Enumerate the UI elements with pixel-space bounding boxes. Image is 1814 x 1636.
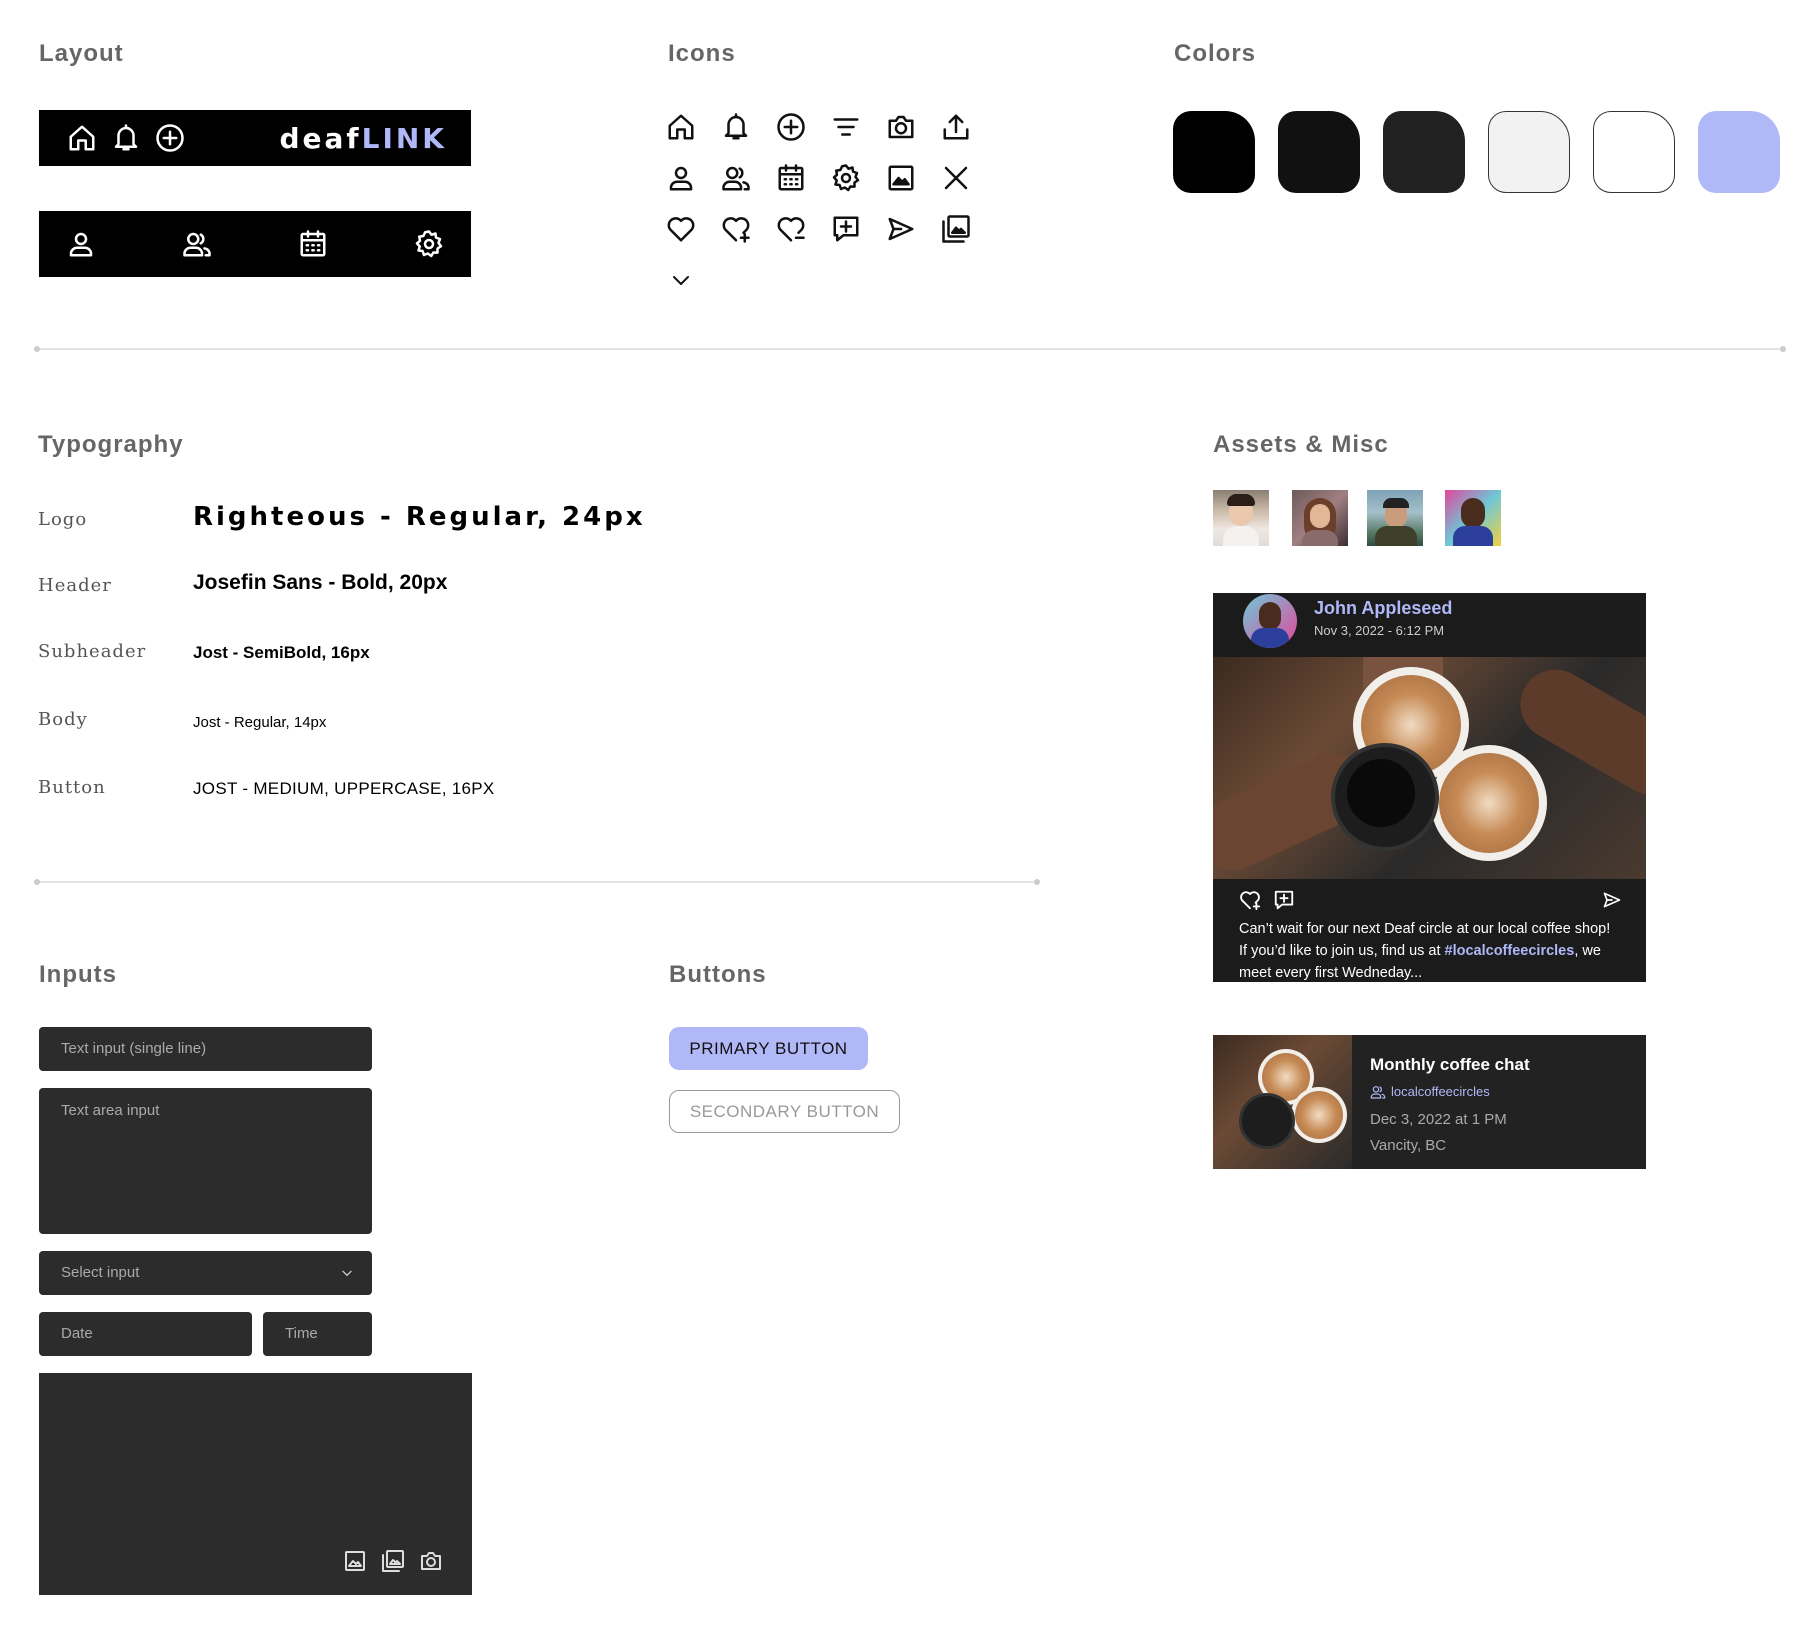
icon-grid	[666, 112, 986, 302]
typography-sample-body: Jost - Regular, 14px	[193, 714, 327, 731]
color-swatches	[1173, 111, 1793, 195]
date-placeholder: Date	[61, 1325, 93, 1342]
post-author-avatar[interactable]	[1243, 594, 1297, 648]
color-swatch	[1488, 111, 1570, 193]
gallery-icon[interactable]	[381, 1549, 405, 1573]
typography-label-button: Button	[38, 777, 106, 798]
event-image	[1213, 1035, 1352, 1169]
image-icon	[886, 163, 916, 193]
time-placeholder: Time	[285, 1325, 318, 1342]
logo-text: deaf	[279, 122, 362, 155]
post-timestamp: Nov 3, 2022 - 6:12 PM	[1314, 623, 1445, 638]
time-input[interactable]: Time	[263, 1312, 372, 1356]
text-input-placeholder: Text input (single line)	[61, 1040, 207, 1057]
section-title-buttons: Buttons	[669, 961, 767, 988]
app-logo[interactable]: deafLINK	[280, 122, 448, 155]
event-card[interactable]: Monthly coffee chat localcoffeecircles D…	[1213, 1035, 1646, 1169]
plus-circle-icon[interactable]	[155, 123, 185, 153]
comment-plus-icon	[831, 214, 861, 244]
logo-accent-text: LINK	[361, 122, 447, 155]
section-title-typography: Typography	[38, 431, 184, 458]
top-navigation-bar: deafLINK	[39, 110, 471, 166]
bell-icon[interactable]	[111, 123, 141, 153]
date-input[interactable]: Date	[39, 1312, 252, 1356]
color-swatch	[1173, 111, 1255, 193]
users-icon	[721, 163, 751, 193]
chevron-down-icon	[340, 1266, 354, 1280]
send-icon	[886, 214, 916, 244]
select-placeholder: Select input	[61, 1264, 140, 1281]
chevron-down-icon	[669, 268, 693, 292]
section-title-icons: Icons	[668, 40, 736, 67]
camera-icon[interactable]	[419, 1549, 443, 1573]
select-input[interactable]: Select input	[39, 1251, 372, 1295]
post-card[interactable]: John Appleseed Nov 3, 2022 - 6:12 PM Can…	[1213, 593, 1646, 982]
event-group-link[interactable]: localcoffeecircles	[1391, 1084, 1490, 1099]
heart-plus-icon	[721, 214, 751, 244]
post-hashtag-link[interactable]: #localcoffeecircles	[1445, 943, 1575, 959]
users-icon	[1370, 1084, 1386, 1100]
heart-icon	[666, 214, 696, 244]
typography-sample-subheader: Jost - SemiBold, 16px	[193, 643, 370, 662]
bottom-navigation-bar	[39, 211, 471, 277]
users-icon[interactable]	[182, 229, 212, 259]
close-icon	[941, 163, 971, 193]
post-image[interactable]	[1213, 657, 1646, 879]
color-swatch	[1278, 111, 1360, 193]
home-icon	[666, 112, 696, 142]
typography-label-body: Body	[38, 709, 88, 730]
color-swatch	[1593, 111, 1675, 193]
textarea-input[interactable]: Text area input	[39, 1088, 372, 1234]
typography-sample-logo: Righteous - Regular, 24px	[193, 502, 646, 532]
plus-circle-icon	[776, 112, 806, 142]
color-swatch	[1383, 111, 1465, 193]
section-title-colors: Colors	[1174, 40, 1257, 67]
typography-label-subheader: Subheader	[38, 641, 147, 662]
typography-sample-header: Josefin Sans - Bold, 20px	[193, 571, 448, 594]
typography-sample-button: JOST - MEDIUM, UPPERCASE, 16PX	[193, 779, 495, 798]
upload-icon	[941, 112, 971, 142]
typography-label-header: Header	[38, 575, 112, 596]
post-composer-input[interactable]	[39, 1373, 472, 1595]
event-date: Dec 3, 2022 at 1 PM	[1370, 1111, 1507, 1128]
avatar	[1445, 490, 1501, 546]
gear-icon[interactable]	[414, 229, 444, 259]
event-location: Vancity, BC	[1370, 1137, 1447, 1154]
gear-icon	[831, 163, 861, 193]
post-caption: Can’t wait for our next Deaf circle at o…	[1239, 918, 1619, 984]
user-icon[interactable]	[66, 229, 96, 259]
calendar-icon	[776, 163, 806, 193]
gallery-icon	[941, 214, 971, 244]
home-icon[interactable]	[67, 123, 97, 153]
typography-label-logo: Logo	[38, 509, 88, 530]
avatar	[1292, 490, 1348, 546]
comment-plus-icon[interactable]	[1273, 889, 1295, 911]
primary-button[interactable]: PRIMARY BUTTON	[669, 1027, 868, 1070]
section-title-layout: Layout	[39, 40, 124, 67]
bell-icon	[721, 112, 751, 142]
color-swatch	[1698, 111, 1780, 193]
post-author-name[interactable]: John Appleseed	[1314, 598, 1452, 619]
heart-minus-icon	[776, 214, 806, 244]
calendar-icon[interactable]	[298, 229, 328, 259]
section-divider	[34, 879, 1040, 885]
section-divider	[34, 346, 1786, 352]
text-input[interactable]: Text input (single line)	[39, 1027, 372, 1071]
user-icon	[666, 163, 696, 193]
send-icon[interactable]	[1602, 890, 1622, 910]
avatar	[1367, 490, 1423, 546]
section-title-assets: Assets & Misc	[1213, 431, 1389, 458]
textarea-placeholder: Text area input	[61, 1102, 160, 1119]
camera-icon	[886, 112, 916, 142]
filter-icon	[831, 112, 861, 142]
heart-plus-icon[interactable]	[1239, 889, 1261, 911]
avatar	[1213, 490, 1269, 546]
section-title-inputs: Inputs	[39, 961, 117, 988]
image-icon[interactable]	[343, 1549, 367, 1573]
secondary-button[interactable]: SECONDARY BUTTON	[669, 1090, 900, 1133]
event-title[interactable]: Monthly coffee chat	[1370, 1055, 1530, 1075]
